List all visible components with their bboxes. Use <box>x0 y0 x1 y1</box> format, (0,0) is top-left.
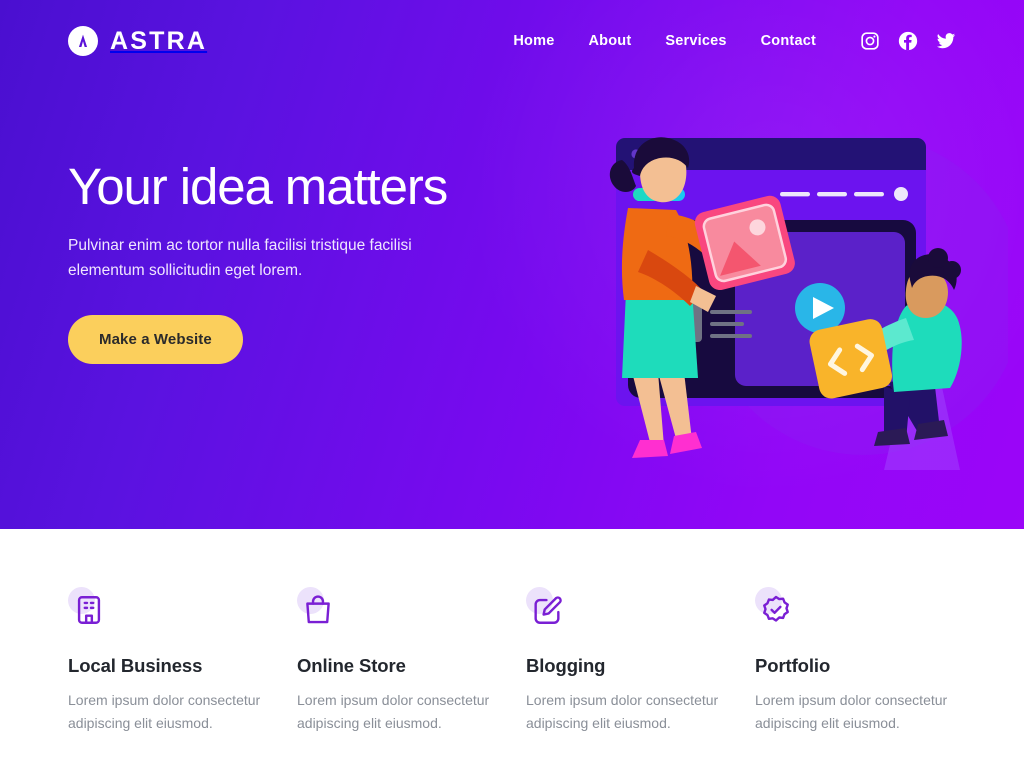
feature-title: Portfolio <box>755 655 831 676</box>
video-play-button <box>795 283 845 333</box>
hero-title: Your idea matters <box>68 158 448 215</box>
feature-description: Lorem ipsum dolor consectetur adipiscing… <box>526 692 719 732</box>
feature-card-portfolio: Portfolio Lorem ipsum dolor consectetur … <box>755 587 984 768</box>
nav-link-services[interactable]: Services <box>665 33 726 49</box>
website-builder-illustration <box>588 110 1008 490</box>
features-section: Local Business Lorem ipsum dolor consect… <box>0 529 1024 768</box>
make-a-website-button[interactable]: Make a Website <box>68 315 243 365</box>
brand-name: ASTRA <box>110 26 208 55</box>
feature-card-online-store: Online Store Lorem ipsum dolor consectet… <box>297 587 526 768</box>
nav-link-home[interactable]: Home <box>513 33 554 49</box>
social-links <box>860 31 956 51</box>
facebook-icon[interactable] <box>898 31 918 51</box>
nav-link-contact[interactable]: Contact <box>761 33 816 49</box>
hero-copy: Your idea matters Pulvinar enim ac torto… <box>68 158 538 365</box>
feature-description: Lorem ipsum dolor consectetur adipiscing… <box>297 692 490 732</box>
hero-section: ASTRA Home About Services Contact Your i… <box>0 0 1024 529</box>
twitter-icon[interactable] <box>936 31 956 51</box>
feature-description: Lorem ipsum dolor consectetur adipiscing… <box>755 692 948 732</box>
feature-title: Blogging <box>526 655 606 676</box>
feature-title: Local Business <box>68 655 203 676</box>
shopping-bag-icon <box>297 587 341 633</box>
main-navigation: ASTRA Home About Services Contact <box>0 0 1024 56</box>
building-icon <box>68 587 112 633</box>
instagram-icon[interactable] <box>860 31 880 51</box>
nav-link-about[interactable]: About <box>588 33 631 49</box>
feature-card-blogging: Blogging Lorem ipsum dolor consectetur a… <box>526 587 755 768</box>
edit-square-icon <box>526 587 570 633</box>
verified-badge-icon <box>755 587 799 633</box>
feature-description: Lorem ipsum dolor consectetur adipiscing… <box>68 692 261 732</box>
feature-title: Online Store <box>297 655 406 676</box>
brand-logo-link[interactable]: ASTRA <box>68 26 207 56</box>
hero-subtitle: Pulvinar enim ac tortor nulla facilisi t… <box>68 237 412 280</box>
astra-logo-icon <box>68 26 98 56</box>
nav-links: Home About Services Contact <box>513 33 816 49</box>
feature-card-local-business: Local Business Lorem ipsum dolor consect… <box>68 587 297 768</box>
